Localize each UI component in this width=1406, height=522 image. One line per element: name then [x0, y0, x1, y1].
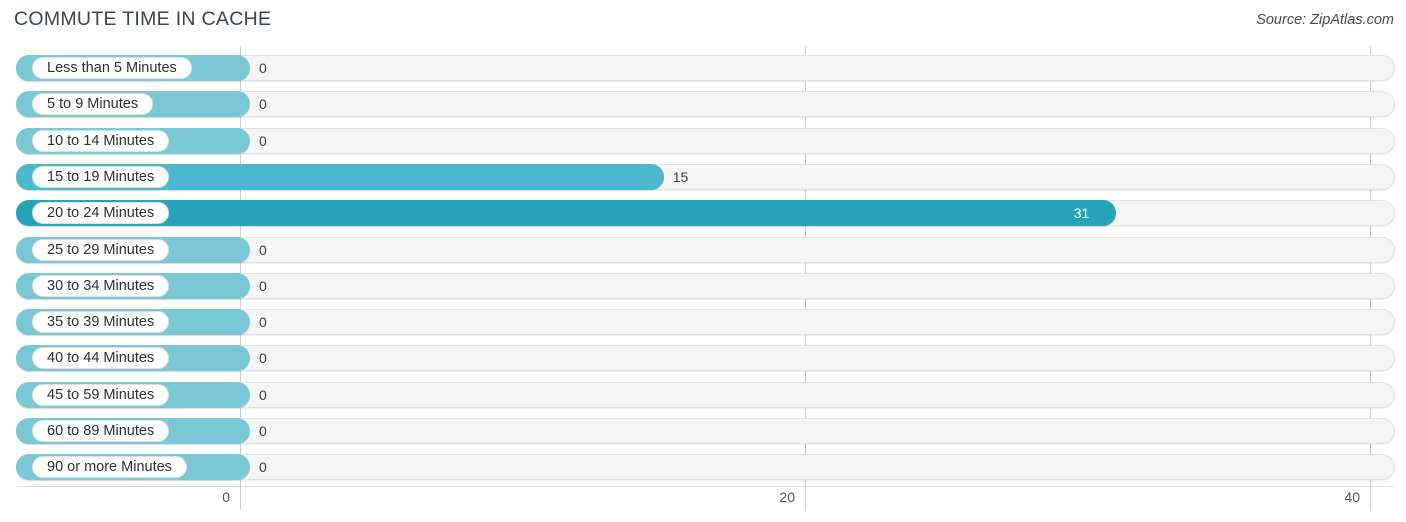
axis-tick-label: 40	[1344, 489, 1360, 505]
bar-category-label: 35 to 39 Minutes	[32, 311, 170, 334]
bar-value-label: 0	[259, 386, 267, 403]
bar-category-label: 60 to 89 Minutes	[32, 420, 170, 442]
bar-value-label: 0	[259, 96, 267, 113]
source-attribution: Source: ZipAtlas.com	[1256, 12, 1394, 28]
bar-value-label: 0	[259, 423, 267, 439]
axis-tick-label: 20	[779, 489, 795, 505]
bar-category-label: 30 to 34 Minutes	[32, 274, 170, 297]
bar-row: 5 to 9 Minutes 0	[16, 91, 1395, 118]
bar-row: 45 to 59 Minutes 0	[16, 381, 1395, 408]
bar-value-label: 0	[259, 459, 267, 476]
bar-value-label: 0	[259, 314, 267, 331]
bar-row: 60 to 89 Minutes 0	[16, 418, 1395, 444]
bar-row: 35 to 39 Minutes 0	[16, 309, 1395, 336]
bar-value-label: 0	[259, 60, 267, 76]
bar-value-label: 0	[259, 350, 267, 367]
bar-category-label: 10 to 14 Minutes	[32, 129, 170, 152]
bar-category-label: 40 to 44 Minutes	[32, 347, 170, 370]
bar-category-label: 25 to 29 Minutes	[32, 238, 170, 261]
bar-row: 90 or more Minutes 0	[16, 454, 1395, 481]
bar-row: 40 to 44 Minutes 0	[16, 345, 1395, 372]
bar-row: 15 to 19 Minutes 15	[16, 163, 1395, 190]
bar-category-label: 20 to 24 Minutes	[32, 202, 170, 225]
bar-category-label: Less than 5 Minutes	[32, 57, 192, 79]
bar-row: 25 to 29 Minutes 0	[16, 236, 1395, 263]
axis-line	[16, 486, 1395, 487]
bar-value-label: 0	[259, 241, 267, 258]
bar-row: 20 to 24 Minutes 31	[16, 200, 1395, 227]
bar-value-label: 0	[259, 132, 267, 149]
bar-value-label: 31	[1073, 205, 1090, 222]
bar-value-label: 15	[672, 168, 689, 185]
bar[interactable]	[16, 200, 1116, 227]
page-title: COMMUTE TIME IN CACHE	[14, 8, 272, 30]
bar-value-label: 0	[259, 277, 267, 294]
bar-category-label: 90 or more Minutes	[32, 456, 187, 479]
bar-category-label: 5 to 9 Minutes	[32, 93, 154, 116]
bar-row: Less than 5 Minutes 0	[16, 55, 1395, 81]
axis-tick-mark	[1370, 486, 1371, 510]
bar-row: 30 to 34 Minutes 0	[16, 272, 1395, 299]
x-axis: 0 20 40	[0, 486, 1406, 522]
bar-category-label: 15 to 19 Minutes	[32, 165, 170, 188]
axis-tick-mark	[805, 486, 806, 510]
plot-area: Less than 5 Minutes 0 5 to 9 Minutes 0 10 to…	[0, 46, 1406, 486]
bar-rows: Less than 5 Minutes 0 5 to 9 Minutes 0 10 to…	[0, 46, 1406, 486]
axis-tick-mark	[240, 486, 241, 510]
bar-row: 10 to 14 Minutes 0	[16, 127, 1395, 154]
bar-category-label: 45 to 59 Minutes	[32, 383, 170, 406]
chart-header: COMMUTE TIME IN CACHE Source: ZipAtlas.c…	[0, 0, 1406, 44]
axis-tick-label: 0	[222, 489, 230, 505]
